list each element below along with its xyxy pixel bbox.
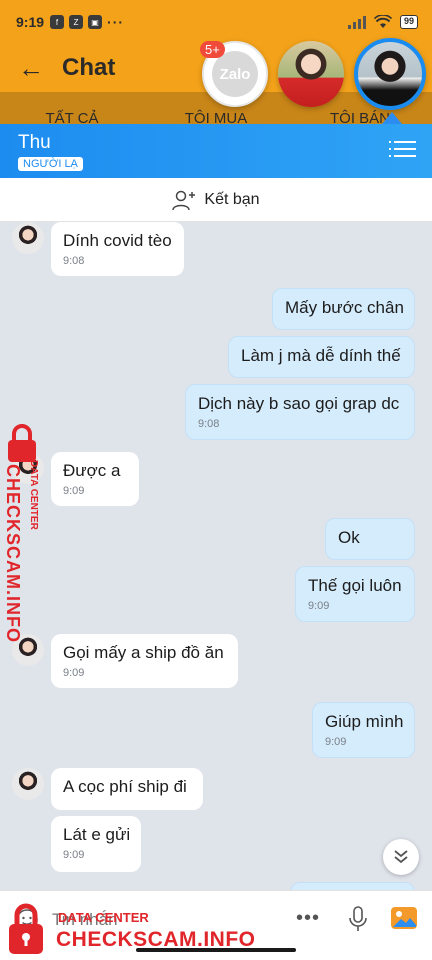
more-notifications-icon: ··· (107, 14, 125, 30)
message-bubble[interactable]: Gọi mấy a ship đồ ăn 9:09 (51, 634, 238, 688)
watermark-site: CHECKSCAM.INFO (56, 928, 256, 951)
scroll-to-bottom-button[interactable] (383, 839, 419, 875)
message-time: 9:09 (325, 736, 347, 748)
message-text: Thế gọi luôn (308, 576, 402, 595)
add-friend-button[interactable]: Kết bạn (0, 178, 432, 222)
message-text: Được a (63, 461, 121, 480)
contact-name[interactable]: Thu (18, 132, 414, 154)
watermark-label: DATA CENTER (58, 910, 149, 925)
contact-avatar[interactable] (12, 768, 44, 800)
background-title: Chat (62, 54, 116, 81)
zalo-logo-icon: Zalo (212, 51, 258, 97)
microphone-icon[interactable] (348, 905, 368, 933)
zalo-chat-head[interactable]: Zalo 5+ (200, 41, 268, 107)
message-bubble[interactable]: Ok (325, 518, 415, 560)
contact-avatar[interactable] (12, 222, 44, 254)
more-options-icon[interactable]: ••• (296, 907, 320, 930)
message-bubble[interactable]: Dính covid tèo 9:08 (51, 222, 184, 276)
message-text: A cọc phí ship đi (63, 777, 187, 796)
message-bubble[interactable]: Giúp mình 9:09 (312, 702, 415, 758)
message-text: Dính covid tèo (63, 231, 172, 250)
watermark-site: CHECKSCAM.INFO (3, 464, 23, 643)
watermark-label: DATA CENTER (28, 460, 39, 530)
message-text: Làm j mà dễ dính thế (241, 346, 401, 365)
message-time: 9:09 (63, 667, 85, 679)
active-chat-head[interactable] (354, 38, 426, 110)
contact-chat-head[interactable] (278, 41, 344, 107)
menu-icon[interactable] (389, 141, 416, 159)
status-time: 9:19 (16, 14, 45, 30)
message-text: Lát e gửi (63, 825, 131, 844)
chat-header: Thu NGƯỜI LẠ (0, 124, 432, 178)
message-bubble[interactable]: Mấy bước chân (272, 288, 415, 330)
message-text: Gọi mấy a ship đồ ăn (63, 643, 224, 662)
message-text: Ok (338, 528, 360, 547)
facebook-icon: f (50, 15, 65, 29)
message-bubble[interactable]: Thế gọi luôn 9:09 (295, 566, 415, 622)
message-time: 9:09 (308, 600, 330, 612)
message-bubble[interactable]: Dịch này b sao gọi grap dc 9:08 (185, 384, 415, 440)
unread-badge: 5+ (200, 41, 225, 58)
message-bubble[interactable]: Được a 9:09 (51, 452, 139, 506)
message-bubble[interactable]: A cọc phí ship đi (51, 768, 203, 810)
double-chevron-down-icon (394, 850, 408, 864)
message-text: Mấy bước chân (285, 298, 404, 317)
chat-heads: Zalo 5+ (200, 38, 426, 110)
watermark-lock-icon (8, 424, 36, 462)
active-head-pointer (382, 112, 402, 124)
message-bubble[interactable]: Làm j mà dễ dính thế (228, 336, 415, 378)
message-text: Giúp mình (325, 712, 404, 731)
message-bubble[interactable]: Lát e gửi 9:09 (51, 816, 141, 872)
watermark-lock-icon (9, 903, 43, 954)
image-gallery-icon[interactable] (390, 905, 418, 931)
add-friend-icon (172, 190, 196, 210)
signal-icon (347, 15, 366, 29)
battery-icon: 99 (399, 15, 418, 29)
message-time: 9:08 (198, 418, 220, 430)
wifi-icon (373, 15, 392, 28)
message-time: 9:09 (63, 849, 85, 861)
message-bubble-partial[interactable] (290, 882, 415, 890)
message-text: Dịch này b sao gọi grap dc (198, 394, 400, 413)
back-arrow-icon[interactable]: ← (18, 53, 44, 84)
stranger-tag: NGƯỜI LẠ (18, 157, 83, 171)
zalo-notification-icon: Z (69, 15, 84, 29)
message-list[interactable]: Dính covid tèo 9:08 Mấy bước chân Làm j … (0, 222, 432, 890)
watermark-bottom: DATA CENTER CHECKSCAM.INFO (6, 902, 276, 958)
message-time: 9:08 (63, 255, 85, 267)
watermark-side: CHECKSCAM.INFO DATA CENTER (3, 424, 48, 644)
add-friend-label: Kết bạn (204, 190, 260, 208)
app-notification-icon: ▣ (88, 15, 103, 29)
message-time: 9:09 (63, 485, 85, 497)
